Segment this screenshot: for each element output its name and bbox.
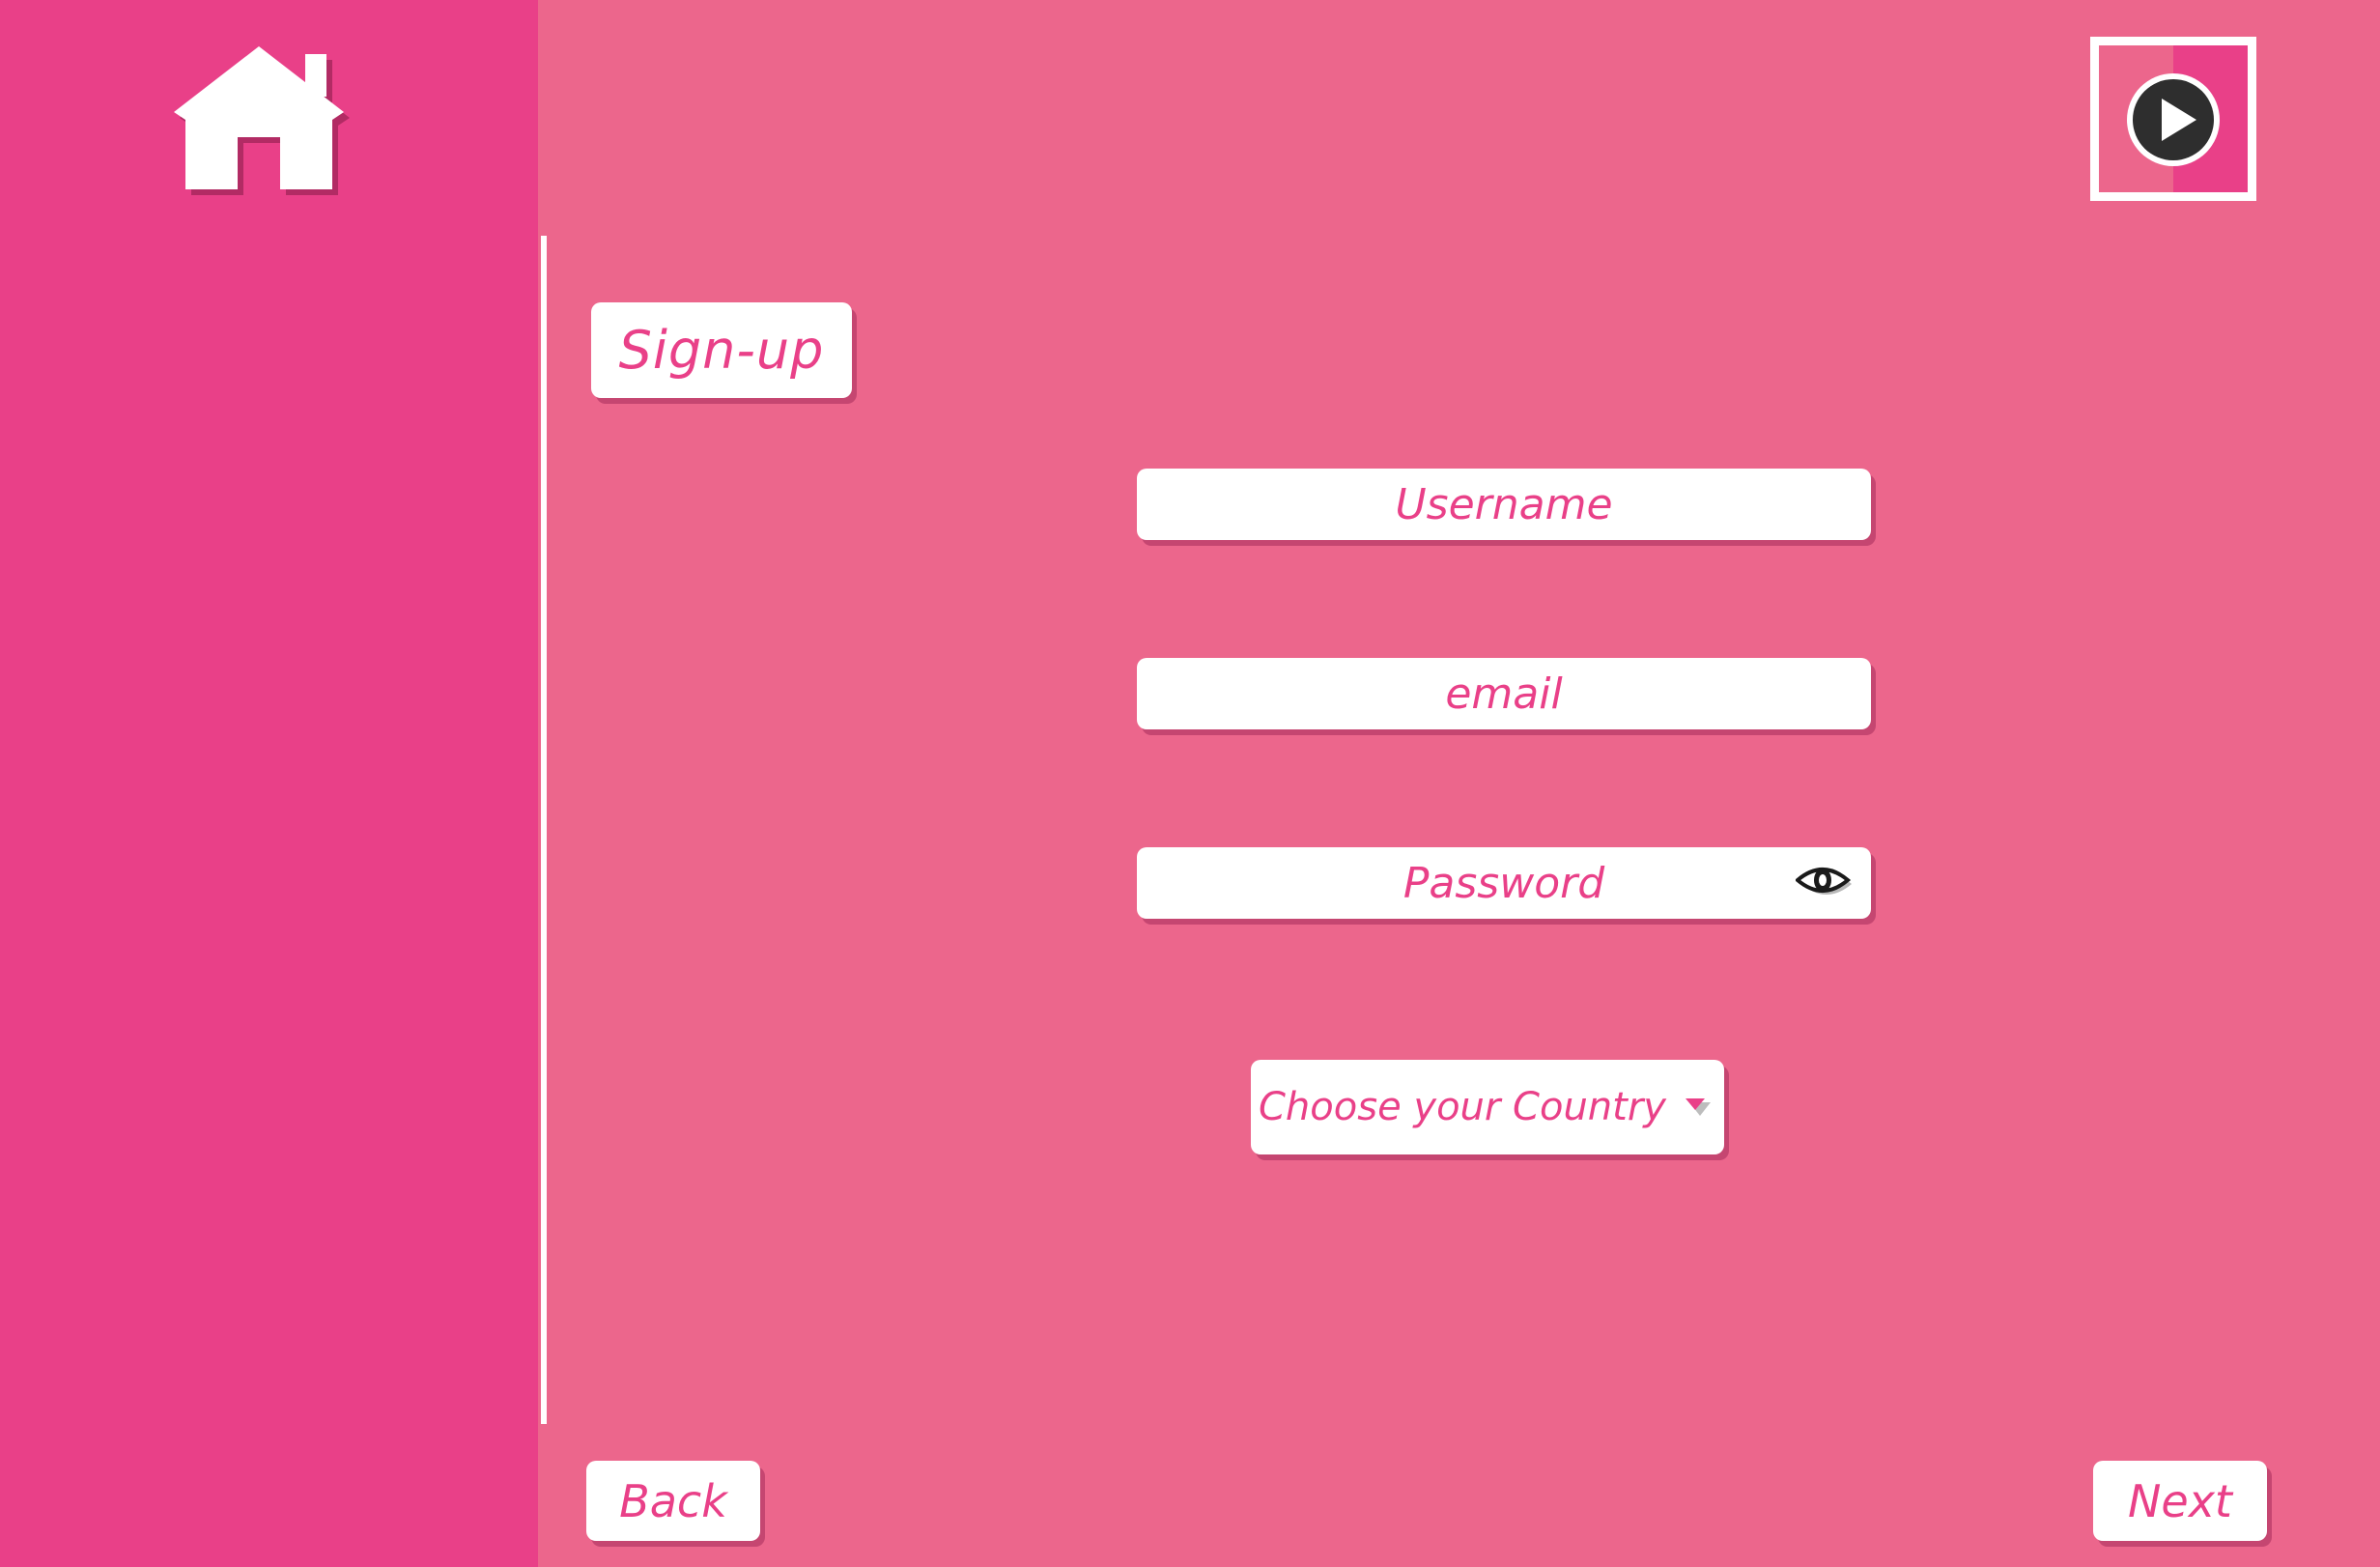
- country-select-value: Choose your Country: [1259, 1085, 1666, 1129]
- video-button[interactable]: [2090, 37, 2256, 201]
- eye-icon: [1794, 868, 1852, 895]
- caret-down-icon: [1686, 1098, 1711, 1116]
- divider: [541, 236, 547, 1424]
- country-select[interactable]: Choose your Country: [1251, 1060, 1724, 1154]
- email-placeholder: email: [1445, 669, 1563, 719]
- password-field[interactable]: Password: [1137, 847, 1871, 919]
- back-button[interactable]: Back: [586, 1461, 760, 1541]
- page-title: Sign-up: [591, 302, 852, 398]
- home-button[interactable]: [164, 41, 354, 195]
- password-placeholder: Password: [1402, 858, 1605, 908]
- username-field[interactable]: Username: [1137, 469, 1871, 540]
- email-field[interactable]: email: [1137, 658, 1871, 729]
- show-password-toggle[interactable]: [1794, 858, 1854, 906]
- play-icon: [2127, 73, 2220, 166]
- username-placeholder: Username: [1395, 479, 1613, 529]
- sidebar: [0, 0, 538, 1567]
- next-button[interactable]: Next: [2093, 1461, 2267, 1541]
- home-icon: [174, 46, 350, 195]
